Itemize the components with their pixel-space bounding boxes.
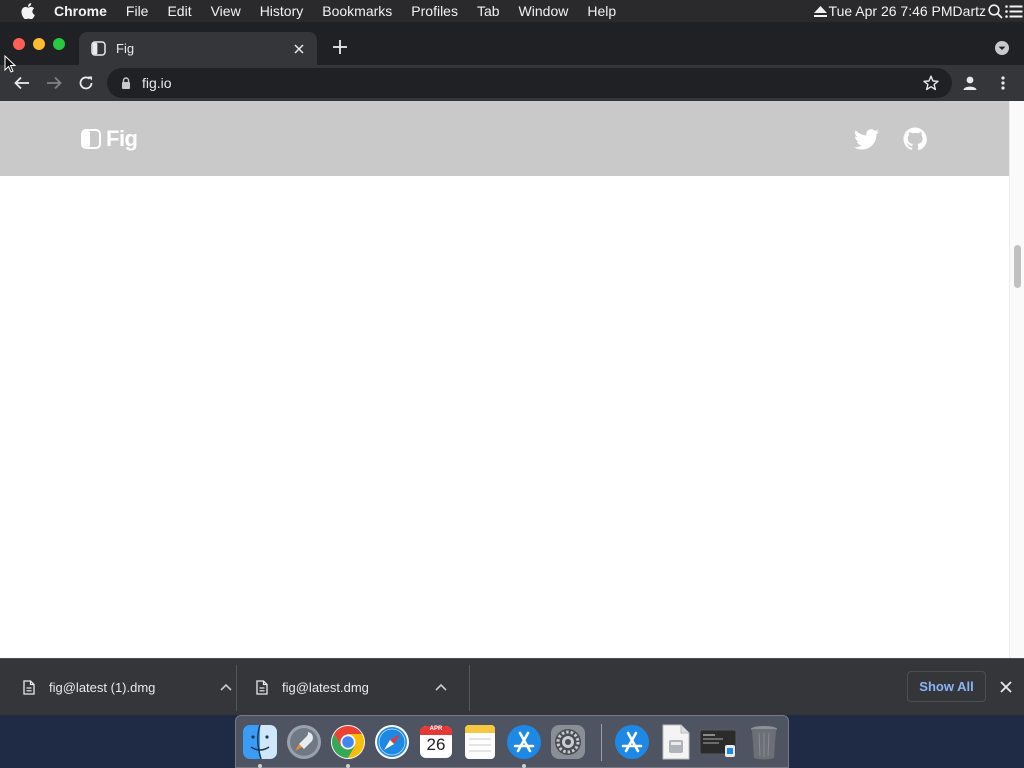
tab-close-icon[interactable]: [291, 41, 307, 57]
finder-running-indicator: [258, 764, 262, 768]
menu-profiles[interactable]: Profiles: [411, 3, 458, 19]
page-scrollbar[interactable]: [1009, 101, 1024, 658]
download-filename: fig@latest (1).dmg: [49, 679, 156, 695]
menu-history[interactable]: History: [260, 3, 304, 19]
menu-chrome[interactable]: Chrome: [54, 3, 107, 19]
fig-logo[interactable]: Fig: [81, 126, 138, 152]
menu-window[interactable]: Window: [519, 3, 569, 19]
logo-text: Fig: [106, 126, 138, 151]
address-bar[interactable]: fig.io: [107, 68, 952, 98]
menu-bar: Chrome File Edit View History Bookmarks …: [0, 0, 1024, 22]
notification-center-icon[interactable]: [1004, 0, 1024, 22]
url-text[interactable]: fig.io: [142, 75, 172, 91]
back-arrow-icon[interactable]: [12, 73, 32, 93]
twitter-icon[interactable]: [853, 127, 879, 151]
calendar-icon[interactable]: APR 26: [417, 723, 455, 761]
tab-fig[interactable]: Fig: [79, 32, 317, 65]
profile-icon[interactable]: [960, 73, 980, 93]
terminal-screenshot-icon[interactable]: [699, 723, 737, 761]
github-icon[interactable]: [902, 127, 928, 151]
menu-bar-clock[interactable]: Tue Apr 26 7:46 PM: [829, 3, 953, 19]
dock-divider: [601, 724, 602, 761]
menu-help[interactable]: Help: [587, 3, 616, 19]
fig-favicon-icon: [90, 41, 106, 57]
download-filename: fig@latest.dmg: [282, 679, 369, 695]
reload-icon[interactable]: [76, 73, 96, 93]
download-item[interactable]: fig@latest.dmg: [233, 659, 448, 715]
app-store-icon[interactable]: [505, 723, 543, 761]
lock-icon[interactable]: [120, 76, 132, 90]
finder-icon[interactable]: [241, 723, 279, 761]
new-tab-button[interactable]: [331, 38, 349, 56]
notes-icon[interactable]: [461, 723, 499, 761]
window-minimize-button[interactable]: [33, 38, 45, 50]
forward-arrow-icon[interactable]: [44, 73, 64, 93]
chevron-up-icon[interactable]: [219, 680, 233, 694]
file-icon: [255, 679, 269, 695]
fig-logo-icon: [81, 129, 101, 149]
system-preferences-icon[interactable]: [549, 723, 587, 761]
app-store-running-indicator: [522, 764, 526, 768]
tab-strip: Fig: [0, 22, 1024, 65]
chrome-icon[interactable]: [329, 723, 367, 761]
tab-title: Fig: [116, 41, 135, 56]
site-header: Fig: [0, 101, 1009, 176]
installer-document-icon[interactable]: [657, 723, 695, 761]
menu-bookmarks[interactable]: Bookmarks: [322, 3, 392, 19]
desktop: Chrome File Edit View History Bookmarks …: [0, 0, 1024, 768]
page-viewport: Fig: [0, 101, 1024, 658]
eject-icon[interactable]: [813, 0, 829, 22]
window-zoom-button[interactable]: [53, 38, 65, 50]
calendar-day: 26: [426, 735, 446, 754]
browser-toolbar: fig.io: [0, 65, 1024, 101]
chevron-up-icon[interactable]: [434, 680, 448, 694]
download-item[interactable]: fig@latest (1).dmg: [0, 659, 233, 715]
trash-icon[interactable]: [745, 723, 783, 761]
download-divider: [469, 665, 470, 711]
dock: APR 26: [235, 715, 789, 768]
scrollbar-thumb[interactable]: [1014, 245, 1021, 288]
apple-icon[interactable]: [18, 0, 38, 22]
menu-bar-user[interactable]: Dartz: [953, 3, 986, 19]
show-all-button[interactable]: Show All: [907, 671, 986, 702]
app-store-downloads-icon[interactable]: [613, 723, 651, 761]
bookmark-star-icon[interactable]: [922, 74, 940, 92]
launchpad-icon[interactable]: [285, 723, 323, 761]
mouse-cursor-icon: [4, 55, 16, 73]
close-shelf-icon[interactable]: [998, 679, 1014, 695]
menu-file[interactable]: File: [126, 3, 149, 19]
calendar-month: APR: [429, 726, 443, 732]
downloads-shelf: fig@latest (1).dmg fig@latest.dmg Show A…: [0, 658, 1024, 715]
safari-icon[interactable]: [373, 723, 411, 761]
menu-view[interactable]: View: [211, 3, 241, 19]
menu-tab[interactable]: Tab: [477, 3, 500, 19]
more-menu-icon[interactable]: [993, 73, 1013, 93]
tab-search-icon[interactable]: [994, 40, 1010, 56]
menu-edit[interactable]: Edit: [167, 3, 191, 19]
chrome-running-indicator: [346, 764, 350, 768]
file-icon: [22, 679, 36, 695]
window-close-button[interactable]: [13, 38, 25, 50]
spotlight-search-icon[interactable]: [986, 0, 1004, 22]
